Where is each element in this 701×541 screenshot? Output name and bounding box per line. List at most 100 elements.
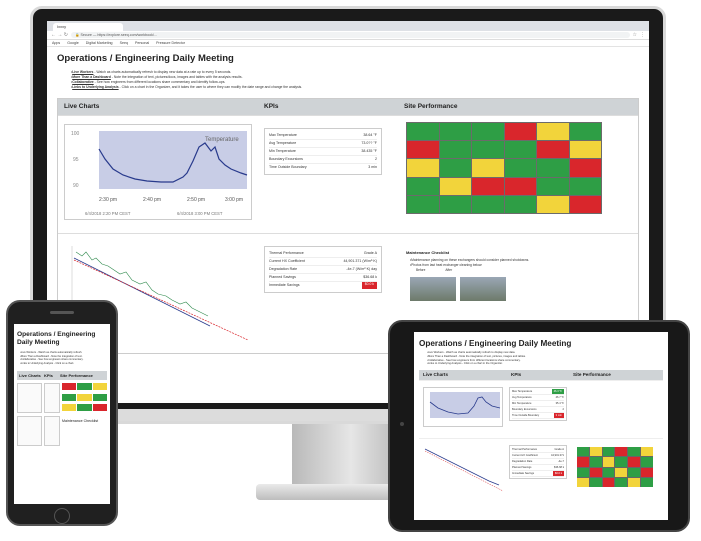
heatmap-cell[interactable] <box>615 457 628 467</box>
menu-icon[interactable]: ⋮ <box>640 32 645 38</box>
heatmap-cell[interactable] <box>537 141 569 159</box>
heatmap-cell[interactable] <box>569 195 601 213</box>
phone-chart-thumb[interactable] <box>17 416 42 447</box>
heatmap-cell[interactable] <box>439 177 471 195</box>
heatmap-cell[interactable] <box>439 195 471 213</box>
note-lead[interactable]: Live Workers <box>72 70 93 74</box>
heatmap-cell[interactable] <box>577 477 589 488</box>
heatmap-cell[interactable] <box>602 467 615 477</box>
heatmap-cell[interactable] <box>472 159 504 177</box>
heatmap-cell[interactable] <box>615 477 628 488</box>
heatmap-cell[interactable] <box>407 141 439 159</box>
heatmap-cell[interactable] <box>641 477 653 488</box>
heatmap-cell[interactable] <box>504 123 536 141</box>
heat-cell <box>62 393 77 401</box>
heatmap-cell[interactable] <box>537 123 569 141</box>
browser-tab[interactable]: Ixxxy <box>53 23 123 31</box>
heatmap-cell[interactable] <box>472 195 504 213</box>
heatmap-cell[interactable] <box>472 141 504 159</box>
heatmap-cell[interactable] <box>472 123 504 141</box>
heatmap-cell[interactable] <box>641 467 653 477</box>
y-tick: 90 <box>73 183 79 189</box>
heatmap-cell[interactable] <box>602 457 615 467</box>
note-lead[interactable]: More Than a Dashboard <box>72 75 111 79</box>
note-lead[interactable]: Links to Underlying Analysis <box>72 85 118 89</box>
x-tick: 2:40 pm <box>143 197 161 203</box>
bookmark-item[interactable]: Apps <box>52 41 60 45</box>
tablet-live-charts-header: Live Charts <box>419 370 507 381</box>
phone-home-button[interactable] <box>54 508 70 524</box>
kpi-value-badge: $0.0 k <box>552 471 564 477</box>
tablet-chart-cell <box>419 380 507 438</box>
x-tick: 3:00 pm <box>225 197 243 203</box>
tablet-temperature-chart[interactable] <box>423 387 503 428</box>
note-lead[interactable]: Collaborative <box>72 80 93 84</box>
heatmap-cell[interactable] <box>577 457 589 467</box>
bookmark-item[interactable]: Digital Marketing <box>86 41 113 45</box>
heatmap-cell[interactable] <box>504 177 536 195</box>
kpi-label: Min Temperature <box>269 149 296 153</box>
heatmap-cell[interactable] <box>602 447 615 457</box>
heatmap-cell[interactable] <box>407 159 439 177</box>
heatmap-cell[interactable] <box>577 467 589 477</box>
after-photo[interactable] <box>460 277 506 301</box>
site-performance-cell <box>398 115 638 233</box>
url-field[interactable]: 🔒 Secure — https://explore.seeq.com/work… <box>70 32 630 38</box>
heatmap-cell[interactable] <box>537 159 569 177</box>
phone-chart-thumb[interactable] <box>17 383 42 414</box>
heatmap-cell[interactable] <box>407 123 439 141</box>
tablet-page-title: Operations / Engineering Daily Meeting <box>419 339 572 348</box>
series-label: Temperature <box>205 137 239 143</box>
heatmap-cell[interactable] <box>537 177 569 195</box>
kpi-label: Immediate Savings <box>512 472 535 476</box>
site-performance-heatmap[interactable] <box>406 122 602 214</box>
before-photo[interactable] <box>410 277 456 301</box>
heat-cell <box>92 383 107 391</box>
heatmap-cell[interactable] <box>602 477 615 488</box>
heatmap-cell[interactable] <box>504 195 536 213</box>
heatmap-cell[interactable] <box>628 477 641 488</box>
heatmap-cell[interactable] <box>504 159 536 177</box>
report-page: Operations / Engineering Daily Meeting L… <box>47 47 649 358</box>
heatmap-cell[interactable] <box>504 141 536 159</box>
heatmap-cell[interactable] <box>589 457 602 467</box>
heatmap-cell[interactable] <box>439 141 471 159</box>
tablet-site-heatmap[interactable] <box>577 447 653 488</box>
heatmap-cell[interactable] <box>569 159 601 177</box>
heatmap-cell[interactable] <box>615 447 628 457</box>
heatmap-cell[interactable] <box>628 467 641 477</box>
heatmap-cell[interactable] <box>569 123 601 141</box>
heatmap-cell[interactable] <box>439 123 471 141</box>
temperature-chart[interactable]: 100 95 90 Temperature 2:30 pm 2:40 pm 2:… <box>64 124 252 220</box>
heatmap-cell[interactable] <box>537 195 569 213</box>
heatmap-cell[interactable] <box>577 447 589 457</box>
heatmap-cell[interactable] <box>628 457 641 467</box>
heatmap-cell[interactable] <box>407 177 439 195</box>
heatmap-cell[interactable] <box>641 447 653 457</box>
note-text: - See how engineers from different locat… <box>93 80 226 84</box>
heatmap-cell[interactable] <box>615 467 628 477</box>
bookmark-item[interactable]: Personal <box>135 41 149 45</box>
browser-tab-bar: Ixxxy <box>47 21 649 31</box>
chart-shaded-region <box>430 392 500 419</box>
bookmark-item[interactable]: Google <box>67 41 79 45</box>
heatmap-cell[interactable] <box>589 467 602 477</box>
heatmap-cell[interactable] <box>641 457 653 467</box>
heatmap-cell[interactable] <box>569 141 601 159</box>
bookmark-item[interactable]: Seeq <box>120 41 128 45</box>
phone-heatmap-thumb[interactable] <box>62 383 107 413</box>
heatmap-cell[interactable] <box>407 195 439 213</box>
heatmap-cell[interactable] <box>589 447 602 457</box>
tablet-site-cell <box>569 438 663 496</box>
bookmark-item[interactable]: Pressure Detector <box>156 41 185 45</box>
heatmap-cell[interactable] <box>569 177 601 195</box>
tablet-degradation-chart[interactable] <box>419 439 505 495</box>
heatmap-cell[interactable] <box>628 447 641 457</box>
star-icon[interactable]: ☆ <box>633 32 637 38</box>
navigation-icons[interactable]: ← → ↻ <box>51 32 68 38</box>
heatmap-cell[interactable] <box>472 177 504 195</box>
heatmap-cell[interactable] <box>439 159 471 177</box>
kpi-label: Min Temperature <box>512 402 532 406</box>
tablet-camera <box>400 422 404 426</box>
heatmap-cell[interactable] <box>589 477 602 488</box>
